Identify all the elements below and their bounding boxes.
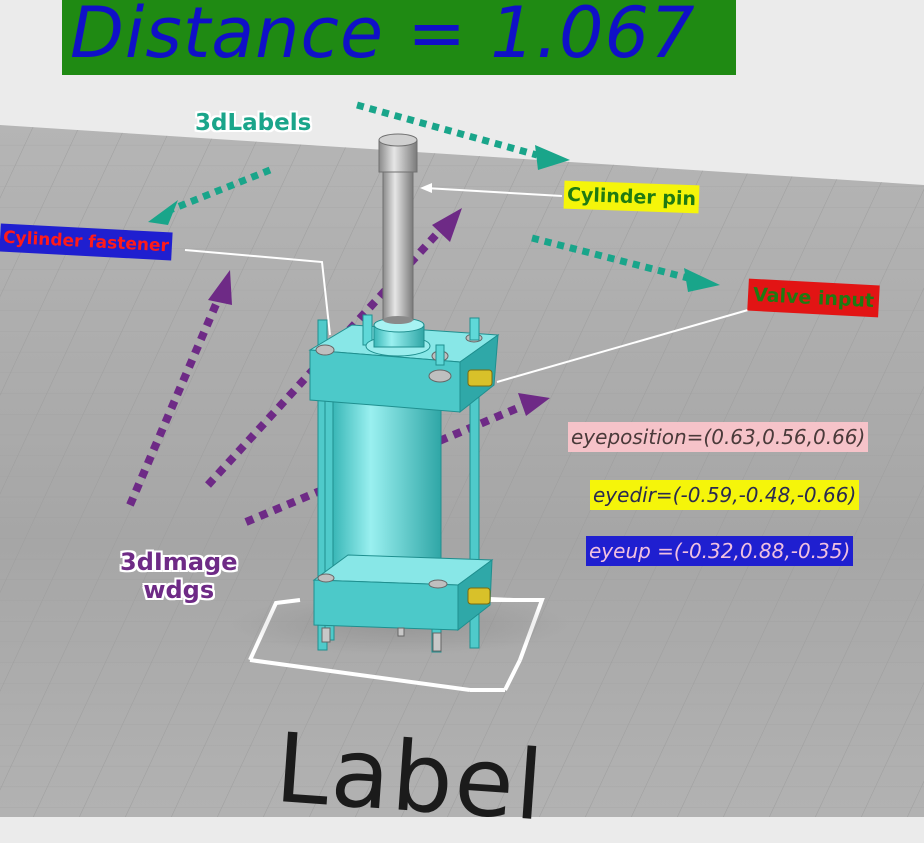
3dlabels-caption: 3dLabels	[195, 110, 312, 136]
distance-banner: Distance = 1.067	[62, 0, 736, 75]
eyedir-readout: eyedir=(-0.59,-0.48,-0.66)	[590, 480, 860, 510]
ground-grid	[0, 125, 924, 817]
eyeup-readout: eyeup =(-0.32,0.88,-0.35)	[586, 536, 854, 566]
3dimage-widgets-caption: 3dImage wdgs	[120, 548, 237, 604]
3d-viewport[interactable]	[0, 0, 924, 817]
cylinder-pin-tag[interactable]: Cylinder pin	[563, 180, 700, 214]
valve-input-tag[interactable]: Valve input	[747, 278, 880, 318]
3dimage-caption-line1: 3dImage	[120, 548, 238, 576]
3dimage-caption-line2: wdgs	[143, 576, 215, 604]
floor-label: Label	[272, 712, 549, 843]
cylinder-pin[interactable]	[382, 167, 414, 321]
eyeposition-readout: eyeposition=(0.63,0.56,0.66)	[568, 422, 869, 452]
